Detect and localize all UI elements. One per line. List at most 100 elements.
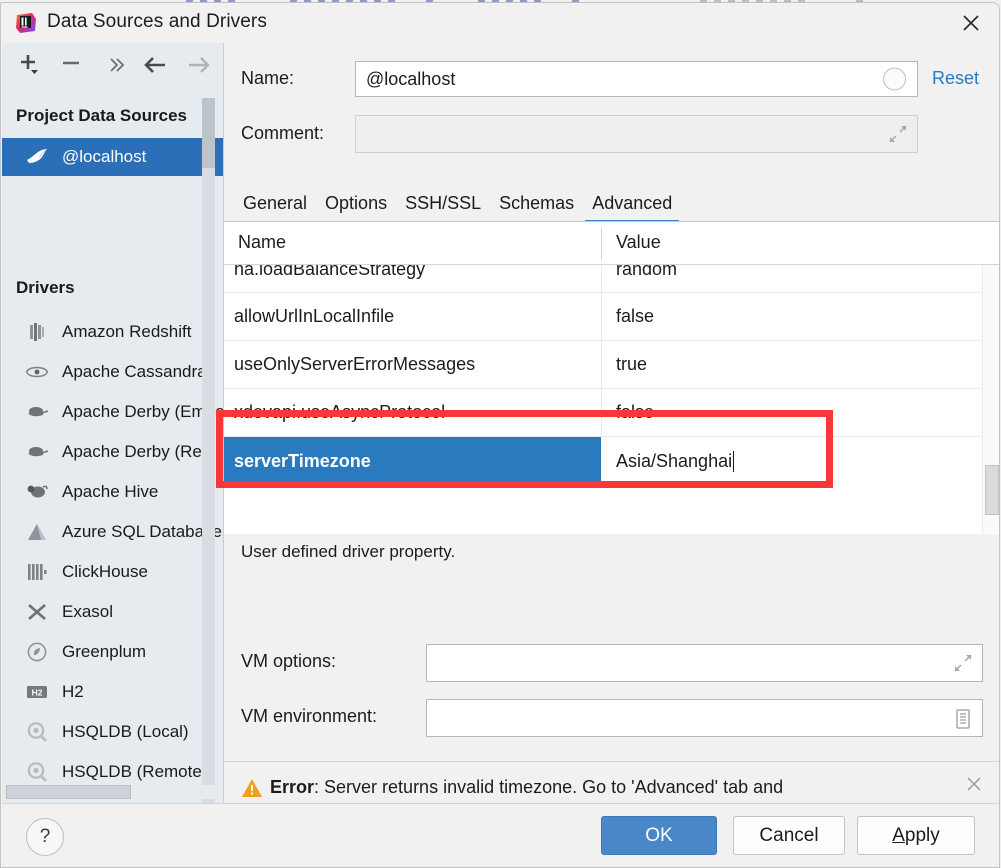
sidebar-item-azure-sql-database[interactable]: Azure SQL Database — [2, 513, 223, 551]
table-cell-name: xdevapi.useAsyncProtocol — [234, 402, 446, 422]
vm-options-input[interactable] — [426, 644, 983, 682]
screenshot-root: Data Sources and Drivers Project Data So… — [0, 0, 1001, 868]
name-input-value: @localhost — [366, 68, 456, 89]
sidebar-item-clickhouse[interactable]: ClickHouse — [2, 553, 223, 591]
color-indicator-icon[interactable] — [883, 67, 906, 91]
hsqldb-icon — [24, 719, 50, 745]
sidebar-item-label: Exasol — [62, 602, 114, 621]
minus-icon[interactable] — [56, 51, 86, 79]
column-header-name[interactable]: Name — [238, 232, 286, 253]
help-button[interactable]: ? — [26, 818, 64, 856]
reset-link[interactable]: Reset — [932, 68, 979, 89]
sidebar-group-title-project-data-sources: Project Data Sources — [16, 106, 188, 125]
hsqldb-icon — [24, 759, 50, 785]
expand-editor-icon[interactable] — [954, 654, 972, 672]
table-cell-value-text: Asia/Shanghai — [616, 450, 733, 471]
sidebar-item-label: HSQLDB (Local) — [62, 722, 189, 741]
sidebar-item-label: Greenplum — [62, 642, 147, 661]
sidebar-item-label: Amazon Redshift — [62, 322, 192, 341]
sidebar-item-label: Apache Derby (Remote) — [62, 442, 223, 461]
apply-button-rest: pply — [904, 824, 940, 846]
sidebar-panel: Project Data Sources @localhost Drivers — [2, 43, 224, 803]
cancel-button[interactable]: Cancel — [733, 816, 845, 855]
ok-button[interactable]: OK — [601, 816, 717, 855]
name-input[interactable]: @localhost — [355, 61, 918, 97]
sidebar-item-label: ClickHouse — [62, 562, 148, 581]
sidebar-item-label: Apache Hive — [62, 482, 159, 501]
table-vertical-scrollbar-thumb[interactable] — [985, 465, 999, 515]
sidebar-vertical-scrollbar-thumb[interactable] — [202, 98, 215, 168]
table-cell-value: false — [616, 306, 655, 326]
apache-hive-icon — [24, 479, 50, 505]
sidebar-group-title-drivers: Drivers — [16, 278, 75, 297]
sidebar-item-label: HSQLDB (Remote) — [62, 762, 208, 781]
table-row[interactable]: xdevapi.useAsyncProtocol false — [224, 389, 980, 437]
exasol-icon — [24, 599, 50, 625]
sidebar-item-apache-hive[interactable]: Apache Hive — [2, 473, 223, 511]
dialog-footer: ? OK Cancel Apply — [2, 803, 999, 867]
table-cell-name: useOnlyServerErrorMessages — [234, 354, 476, 374]
sidebar-item-apache-derby-remote[interactable]: Apache Derby (Remote) — [2, 433, 223, 471]
tab-advanced[interactable]: Advanced — [583, 193, 681, 223]
data-sources-dialog: Data Sources and Drivers Project Data So… — [0, 2, 1000, 868]
error-close-icon[interactable] — [966, 776, 982, 797]
table-row[interactable]: ha.loadBalanceStrategy random — [224, 265, 980, 293]
column-header-value[interactable]: Value — [616, 232, 661, 253]
error-banner: Error: Server returns invalid timezone. … — [224, 761, 999, 803]
sidebar-horizontal-scrollbar[interactable] — [6, 785, 219, 799]
sidebar-item-label: Apache Cassandra — [62, 362, 207, 381]
tab-options[interactable]: Options — [316, 193, 396, 223]
sidebar-vertical-scrollbar[interactable] — [202, 98, 215, 803]
name-label: Name: — [241, 68, 295, 88]
sidebar-item-greenplum[interactable]: Greenplum — [2, 633, 223, 671]
jetbrains-datagrip-logo-icon — [15, 12, 37, 34]
table-row[interactable]: useOnlyServerErrorMessages true — [224, 341, 980, 389]
table-row-selected[interactable]: serverTimezone Asia/Shanghai — [224, 437, 980, 485]
sidebar-item-apache-cassandra[interactable]: Apache Cassandra — [2, 353, 223, 391]
tab-general[interactable]: General — [234, 193, 316, 223]
table-cell-value: false — [616, 402, 655, 422]
vm-options-label: VM options: — [241, 651, 337, 671]
double-chevron-right-icon[interactable] — [102, 51, 132, 79]
environment-list-icon[interactable] — [954, 709, 972, 729]
sidebar-horizontal-scrollbar-thumb[interactable] — [6, 785, 131, 799]
sidebar-item-amazon-redshift[interactable]: Amazon Redshift — [2, 313, 223, 351]
azure-sql-icon — [24, 519, 50, 545]
table-vertical-scrollbar[interactable] — [982, 265, 999, 533]
sidebar-item-label: @localhost — [62, 147, 147, 166]
sidebar-item-localhost[interactable]: @localhost — [2, 138, 223, 176]
sidebar-item-label: Apache Derby (Embedded) — [62, 402, 224, 421]
mysql-dolphin-icon — [24, 144, 50, 170]
sidebar-item-hsqldb-local[interactable]: HSQLDB (Local) — [2, 713, 223, 751]
sidebar-item-apache-derby-embedded[interactable]: Apache Derby (Embedded) — [2, 393, 224, 431]
arrow-left-icon[interactable] — [140, 51, 170, 79]
tab-schemas[interactable]: Schemas — [490, 193, 583, 223]
vm-environment-input[interactable] — [426, 699, 983, 737]
tab-ssh-ssl[interactable]: SSH/SSL — [396, 193, 490, 223]
sidebar-item-label: Azure SQL Database — [62, 522, 223, 541]
table-cell-value: true — [616, 354, 648, 374]
greenplum-icon — [24, 639, 50, 665]
table-cell-name: allowUrlInLocalInfile — [234, 306, 395, 326]
amazon-redshift-icon — [24, 319, 50, 345]
sidebar-item-exasol[interactable]: Exasol — [2, 593, 223, 631]
svg-text:H2: H2 — [32, 687, 43, 697]
table-cell-name-selected[interactable]: serverTimezone — [224, 437, 601, 485]
tab-bar: General Options SSH/SSL Schemas Advanced — [234, 181, 681, 223]
comment-label: Comment: — [241, 123, 325, 143]
close-icon[interactable] — [943, 3, 999, 43]
driver-properties-table: Name Value ha.loadBalanceStrategy random… — [224, 222, 999, 534]
plus-icon[interactable] — [14, 51, 44, 79]
apache-derby-icon — [24, 439, 50, 465]
clickhouse-icon — [24, 559, 50, 585]
vm-environment-label: VM environment: — [241, 706, 378, 726]
sidebar-item-h2[interactable]: H2 H2 — [2, 673, 223, 711]
h2-icon: H2 — [24, 679, 50, 705]
comment-input[interactable] — [355, 115, 918, 153]
expand-editor-icon[interactable] — [889, 125, 907, 143]
table-row[interactable]: allowUrlInLocalInfile false — [224, 293, 980, 341]
apply-button-mnemonic: A — [892, 824, 905, 846]
property-hint-text: User defined driver property. — [241, 542, 456, 561]
apply-button[interactable]: Apply — [857, 816, 975, 855]
table-cell-value-editor[interactable]: Asia/Shanghai — [602, 437, 980, 485]
